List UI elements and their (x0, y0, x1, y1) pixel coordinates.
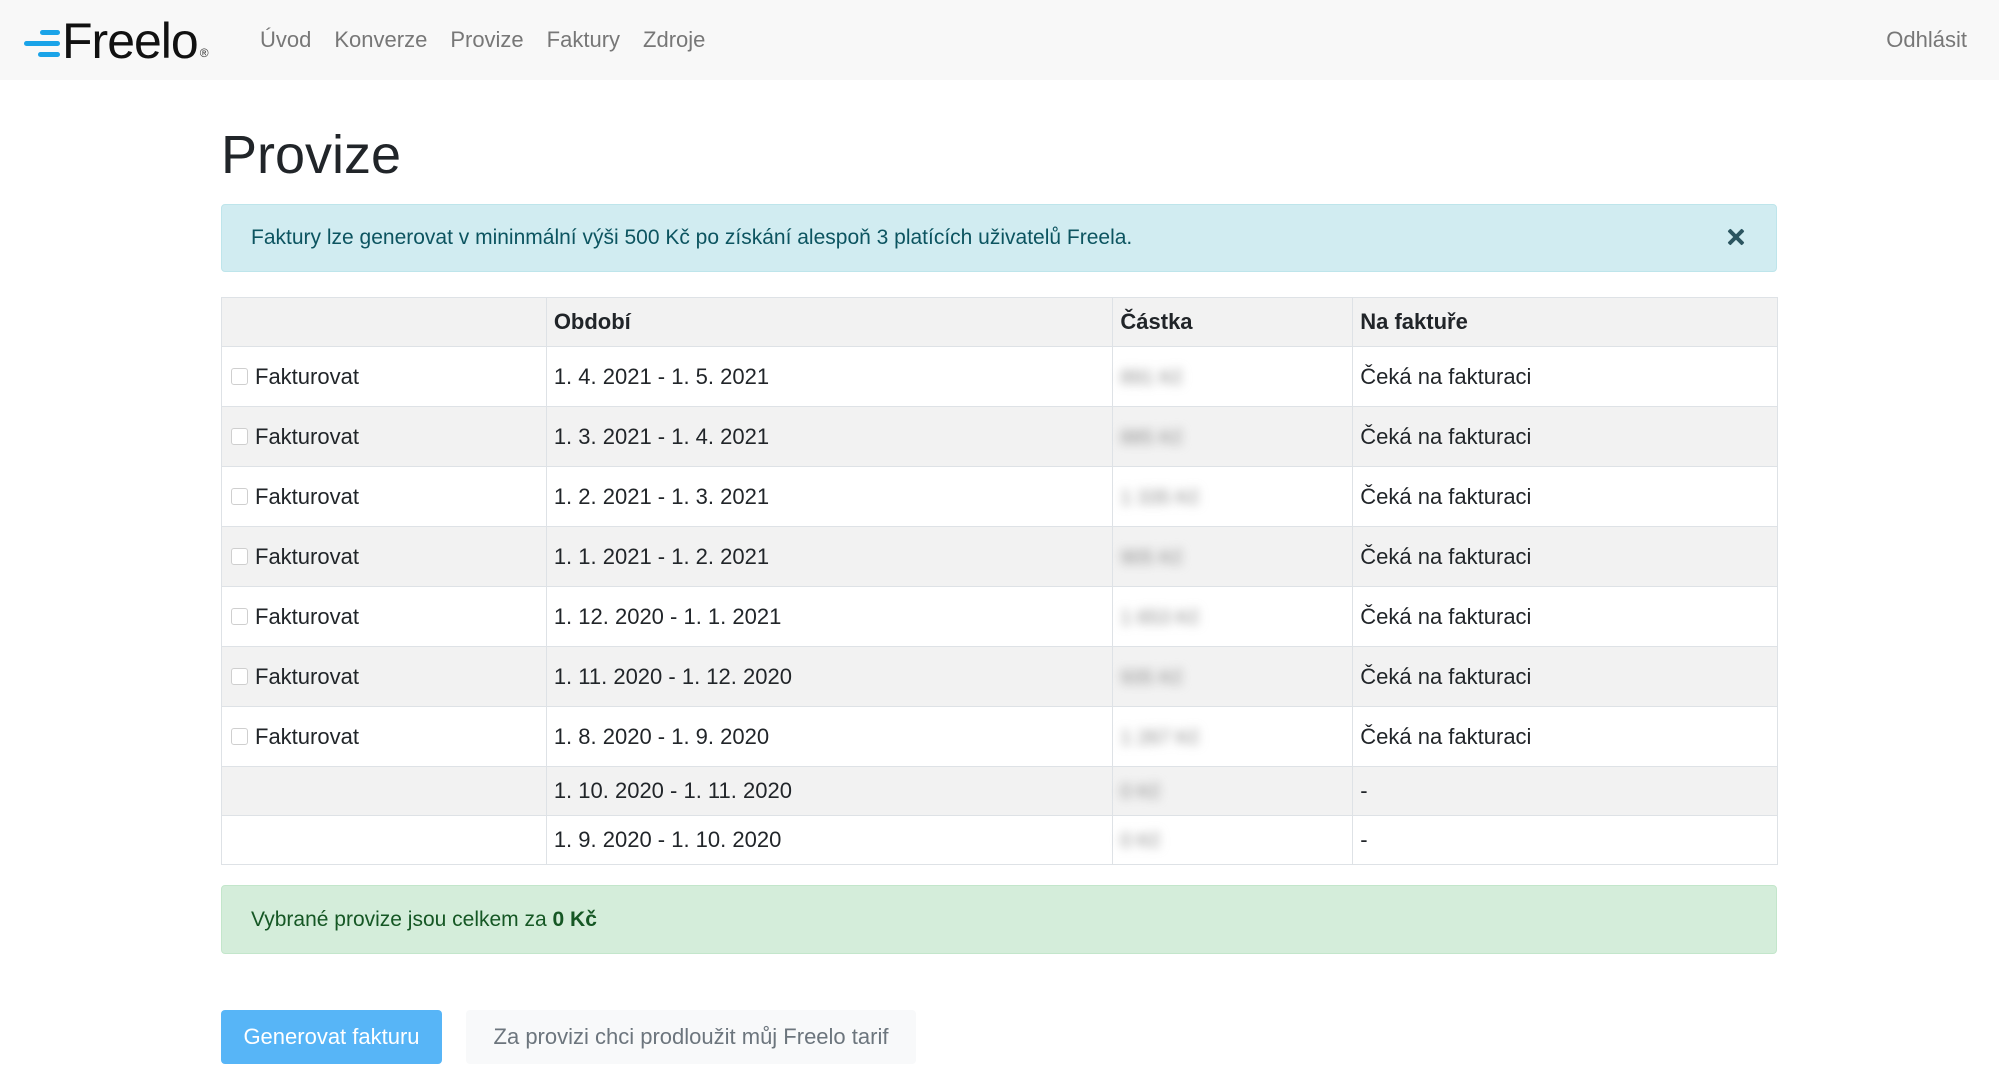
cell-select: Fakturovat (221, 526, 547, 587)
fakturovat-checkbox[interactable] (231, 367, 248, 385)
cell-select: Fakturovat (221, 706, 547, 767)
cell-period: 1. 9. 2020 - 1. 10. 2020 (545, 815, 1114, 865)
commissions-table: Období Částka Na faktuře Fakturovat 1. 4.… (221, 297, 1778, 865)
cell-amount: 1 335 Kč (1112, 466, 1354, 527)
amount-value: 1 653 Kč (1120, 606, 1200, 629)
table-row: Fakturovat 1. 2. 2021 - 1. 3. 2021 1 335 K… (221, 466, 1778, 527)
amount-value: 0 Kč (1120, 830, 1161, 852)
table-row: 1. 9. 2020 - 1. 10. 2020 0 Kč - (221, 815, 1778, 865)
cell-select (221, 766, 547, 816)
close-icon[interactable] (1724, 225, 1748, 249)
cell-amount: 905 Kč (1112, 526, 1354, 587)
generate-invoice-button[interactable]: Generovat fakturu (221, 1010, 442, 1064)
cell-period: 1. 10. 2020 - 1. 11. 2020 (545, 766, 1114, 816)
cell-amount: 1 267 Kč (1112, 706, 1354, 767)
fakturovat-label[interactable]: Fakturovat (255, 364, 359, 389)
fakturovat-checkbox[interactable] (231, 667, 248, 685)
table-row: Fakturovat 1. 1. 2021 - 1. 2. 2021 905 Kč Č… (221, 526, 1778, 587)
amount-value: 1 267 Kč (1120, 726, 1200, 749)
cell-invoice-status: Čeká na fakturaci (1352, 406, 1778, 467)
info-alert: Faktury lze generovat v mininmální výši … (221, 204, 1777, 272)
cell-select: Fakturovat (221, 646, 547, 707)
cell-invoice-status: Čeká na fakturaci (1352, 466, 1778, 527)
cell-period: 1. 4. 2021 - 1. 5. 2021 (545, 346, 1114, 407)
fakturovat-checkbox[interactable] (231, 727, 248, 745)
logo-lines-icon (22, 21, 60, 61)
fakturovat-checkbox[interactable] (231, 547, 248, 565)
fakturovat-label[interactable]: Fakturovat (255, 724, 359, 749)
table-row: 1. 10. 2020 - 1. 11. 2020 0 Kč - (221, 766, 1778, 816)
amount-value: 891 Kč (1120, 366, 1183, 389)
table-row: Fakturovat 1. 8. 2020 - 1. 9. 2020 1 267 K… (221, 706, 1778, 767)
logout-link[interactable]: Odhlásit (1886, 0, 1967, 80)
nav-item-konverze[interactable]: Konverze (334, 27, 427, 53)
table-row: Fakturovat 1. 11. 2020 - 1. 12. 2020 935 K… (221, 646, 1778, 707)
fakturovat-checkbox[interactable] (231, 487, 248, 505)
table-row: Fakturovat 1. 12. 2020 - 1. 1. 2021 1 653 … (221, 586, 1778, 647)
cell-amount: 0 Kč (1112, 766, 1354, 816)
nav-item-uvod[interactable]: Úvod (260, 27, 311, 53)
cell-period: 1. 12. 2020 - 1. 1. 2021 (545, 586, 1114, 647)
cell-period: 1. 3. 2021 - 1. 4. 2021 (545, 406, 1114, 467)
cell-select: Fakturovat (221, 466, 547, 527)
nav-item-faktury[interactable]: Faktury (547, 27, 620, 53)
cell-amount: 935 Kč (1112, 646, 1354, 707)
amount-value: 935 Kč (1120, 666, 1183, 689)
info-alert-message: Faktury lze generovat v mininmální výši … (251, 226, 1133, 249)
cell-period: 1. 11. 2020 - 1. 12. 2020 (545, 646, 1114, 707)
cell-amount: 0 Kč (1112, 815, 1354, 865)
cell-amount: 885 Kč (1112, 406, 1354, 467)
cell-invoice-status: Čeká na fakturaci (1352, 346, 1778, 407)
total-amount: 0 Kč (552, 908, 597, 931)
fakturovat-label[interactable]: Fakturovat (255, 664, 359, 689)
cell-invoice-status: Čeká na fakturaci (1352, 706, 1778, 767)
nav-item-provize[interactable]: Provize (450, 27, 523, 53)
fakturovat-checkbox[interactable] (231, 427, 248, 445)
top-navbar: Freelo ® Úvod Konverze Provize Faktury Z… (0, 0, 1999, 80)
cell-select: Fakturovat (221, 586, 547, 647)
cell-period: 1. 2. 2021 - 1. 3. 2021 (545, 466, 1114, 527)
freelo-logo[interactable]: Freelo ® (22, 16, 209, 66)
amount-value: 1 335 Kč (1120, 486, 1200, 509)
extend-tariff-button[interactable]: Za provizi chci prodloužit můj Freelo ta… (466, 1010, 916, 1064)
total-message: Vybrané provize jsou celkem za 0 Kč (251, 886, 597, 953)
logo-text: Freelo (62, 13, 199, 69)
cell-invoice-status: Čeká na fakturaci (1352, 586, 1778, 647)
cell-invoice-status: - (1352, 815, 1778, 865)
fakturovat-checkbox[interactable] (231, 607, 248, 625)
page-title: Provize (221, 125, 402, 185)
main-nav: Úvod Konverze Provize Faktury Zdroje (260, 0, 728, 80)
header-period: Období (545, 297, 1114, 347)
fakturovat-label[interactable]: Fakturovat (255, 604, 359, 629)
cell-period: 1. 1. 2021 - 1. 2. 2021 (545, 526, 1114, 587)
fakturovat-label[interactable]: Fakturovat (255, 544, 359, 569)
cell-select: Fakturovat (221, 346, 547, 407)
amount-value: 905 Kč (1120, 546, 1183, 569)
cell-invoice-status: - (1352, 766, 1778, 816)
logo-registered-mark: ® (199, 46, 209, 60)
header-select (221, 297, 547, 347)
table-header-row: Období Částka Na faktuře (221, 297, 1778, 347)
amount-value: 0 Kč (1120, 781, 1161, 803)
cell-select: Fakturovat (221, 406, 547, 467)
total-prefix: Vybrané provize jsou celkem za (251, 908, 553, 931)
cell-select (221, 815, 547, 865)
table-row: Fakturovat 1. 3. 2021 - 1. 4. 2021 885 Kč Č… (221, 406, 1778, 467)
header-invoice-status: Na faktuře (1352, 297, 1778, 347)
cell-amount: 891 Kč (1112, 346, 1354, 407)
cell-amount: 1 653 Kč (1112, 586, 1354, 647)
fakturovat-label[interactable]: Fakturovat (255, 484, 359, 509)
header-amount: Částka (1112, 297, 1354, 347)
amount-value: 885 Kč (1120, 426, 1183, 449)
cell-invoice-status: Čeká na fakturaci (1352, 526, 1778, 587)
total-alert: Vybrané provize jsou celkem za 0 Kč (221, 885, 1777, 954)
cell-invoice-status: Čeká na fakturaci (1352, 646, 1778, 707)
table-row: Fakturovat 1. 4. 2021 - 1. 5. 2021 891 Kč Č… (221, 346, 1778, 407)
nav-item-zdroje[interactable]: Zdroje (643, 27, 705, 53)
cell-period: 1. 8. 2020 - 1. 9. 2020 (545, 706, 1114, 767)
fakturovat-label[interactable]: Fakturovat (255, 424, 359, 449)
